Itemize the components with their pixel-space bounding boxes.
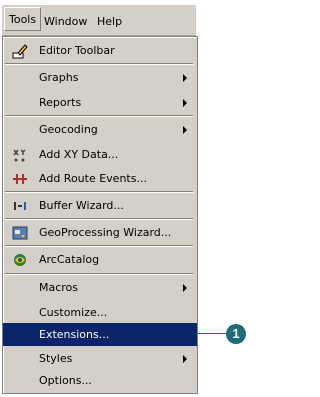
route-events-icon	[12, 171, 28, 187]
menu-item-editor-toolbar[interactable]: Editor Toolbar	[3, 39, 197, 62]
editor-icon	[12, 43, 28, 59]
menu-item-buffer-wizard[interactable]: Buffer Wizard...	[3, 194, 197, 217]
menu-item-label: Editor Toolbar	[39, 44, 115, 57]
menu-separator	[5, 115, 193, 117]
submenu-arrow-icon	[183, 99, 187, 107]
submenu-arrow-icon	[183, 284, 187, 292]
menu-bar: Tools Window Help	[2, 5, 196, 36]
menu-item-extensions[interactable]: Extensions...	[3, 323, 197, 346]
menu-item-add-xy-data[interactable]: Add XY Data...	[3, 143, 197, 166]
menu-item-label: Styles	[39, 352, 73, 365]
menu-item-label: Macros	[39, 281, 79, 294]
menu-item-customize[interactable]: Customize...	[3, 301, 197, 324]
menu-separator	[5, 63, 193, 65]
menu-item-styles[interactable]: Styles	[3, 347, 197, 370]
submenu-arrow-icon	[183, 126, 187, 134]
menu-item-macros[interactable]: Macros	[3, 276, 197, 299]
menu-item-label: Reports	[39, 96, 82, 109]
menu-separator	[5, 191, 193, 193]
menu-item-label: Buffer Wizard...	[39, 199, 124, 212]
menu-item-arccatalog[interactable]: ArcCatalog	[3, 248, 197, 271]
menu-separator	[5, 218, 193, 220]
geoprocessing-icon	[12, 225, 28, 241]
menu-item-geocoding[interactable]: Geocoding	[3, 118, 197, 141]
menu-separator	[5, 273, 193, 275]
menu-tools[interactable]: Tools	[4, 7, 42, 31]
menu-item-options[interactable]: Options...	[3, 369, 197, 392]
menu-item-label: Graphs	[39, 71, 79, 84]
menu-item-label: Add XY Data...	[39, 148, 119, 161]
menu-item-label: Add Route Events...	[39, 172, 147, 185]
tools-dropdown-menu: Editor Toolbar Graphs Reports Geocoding …	[2, 36, 198, 394]
menu-item-label: Geocoding	[39, 123, 98, 136]
menu-item-label: GeoProcessing Wizard...	[39, 226, 172, 239]
submenu-arrow-icon	[183, 355, 187, 363]
callout-badge: 1	[226, 324, 246, 344]
callout-line	[196, 333, 228, 334]
buffer-icon	[12, 198, 28, 214]
menu-item-add-route-events[interactable]: Add Route Events...	[3, 167, 197, 190]
menu-item-label: Extensions...	[39, 328, 110, 341]
xy-data-icon	[12, 147, 28, 163]
menu-help[interactable]: Help	[97, 15, 122, 28]
menu-window[interactable]: Window	[44, 15, 87, 28]
submenu-arrow-icon	[183, 74, 187, 82]
menu-separator	[5, 245, 193, 247]
menu-item-geoprocessing-wizard[interactable]: GeoProcessing Wizard...	[3, 221, 197, 244]
menu-item-reports[interactable]: Reports	[3, 91, 197, 114]
menu-item-label: Customize...	[39, 306, 108, 319]
menu-item-label: ArcCatalog	[39, 253, 100, 266]
menu-item-label: Options...	[39, 374, 92, 387]
menu-item-graphs[interactable]: Graphs	[3, 66, 197, 89]
arccatalog-icon	[12, 252, 28, 268]
